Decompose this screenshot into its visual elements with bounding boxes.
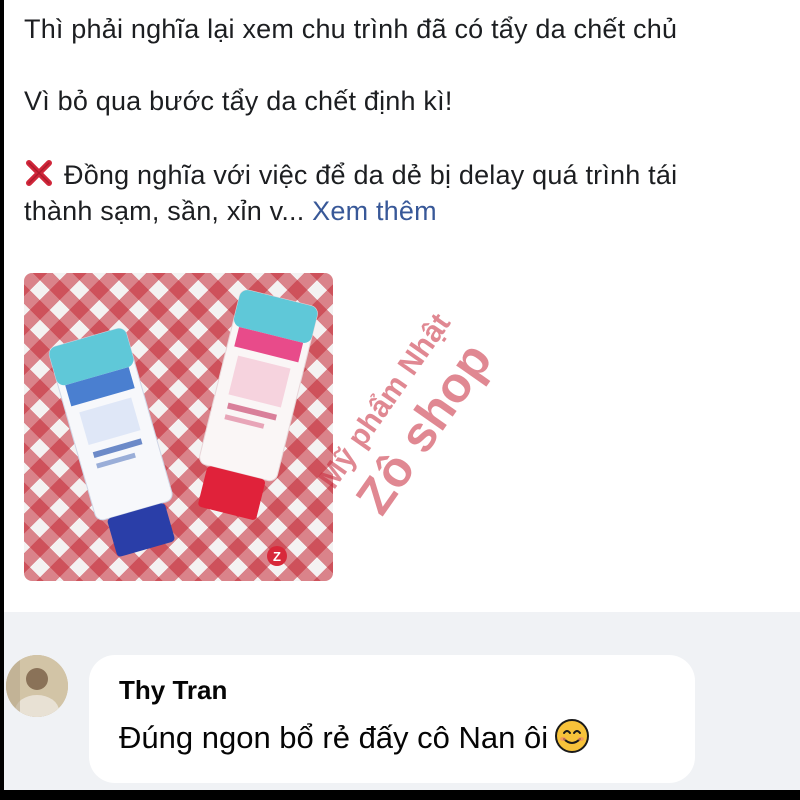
comment-text: Đúng ngon bổ rẻ đấy cô Nan ôi	[119, 718, 590, 756]
see-more-link[interactable]: Xem thêm	[312, 196, 437, 226]
post-text-line: Đồng nghĩa với việc để da dẻ bị delay qu…	[24, 158, 677, 191]
post-text-line: thành sạm, sần, xỉn v... Xem thêm	[24, 196, 437, 227]
smiling-face-icon	[555, 719, 590, 753]
bottom-border	[0, 790, 800, 800]
watermark-line2: Zô shop	[345, 333, 502, 524]
post-text-line: Thì phải nghĩa lại xem chu trình đã có t…	[24, 14, 678, 44]
post-text-line3: Đồng nghĩa với việc để da dẻ bị delay qu…	[64, 160, 678, 190]
comment-section: Thy Tran Đúng ngon bổ rẻ đấy cô Nan ôi	[4, 612, 800, 790]
product-illustration: Z	[48, 289, 318, 566]
screenshot-frame: Thì phải nghĩa lại xem chu trình đã có t…	[0, 0, 800, 800]
post-photo[interactable]: Z	[24, 273, 333, 581]
avatar[interactable]	[6, 655, 68, 717]
post-text-line4: thành sạm, sần, xỉn v...	[24, 196, 305, 226]
comment-text-body: Đúng ngon bổ rẻ đấy cô Nan ôi	[119, 720, 549, 755]
badge-letter: Z	[273, 549, 281, 564]
cross-mark-icon	[26, 160, 52, 186]
post-text-line: Vì bỏ qua bước tẩy da chết định kì!	[24, 86, 453, 116]
comment-author[interactable]: Thy Tran	[119, 675, 227, 706]
watermark-line1: Mỹ phẩm Nhật	[313, 308, 458, 495]
comment-bubble: Thy Tran Đúng ngon bổ rẻ đấy cô Nan ôi	[89, 655, 695, 783]
post-content: Thì phải nghĩa lại xem chu trình đã có t…	[4, 0, 800, 612]
